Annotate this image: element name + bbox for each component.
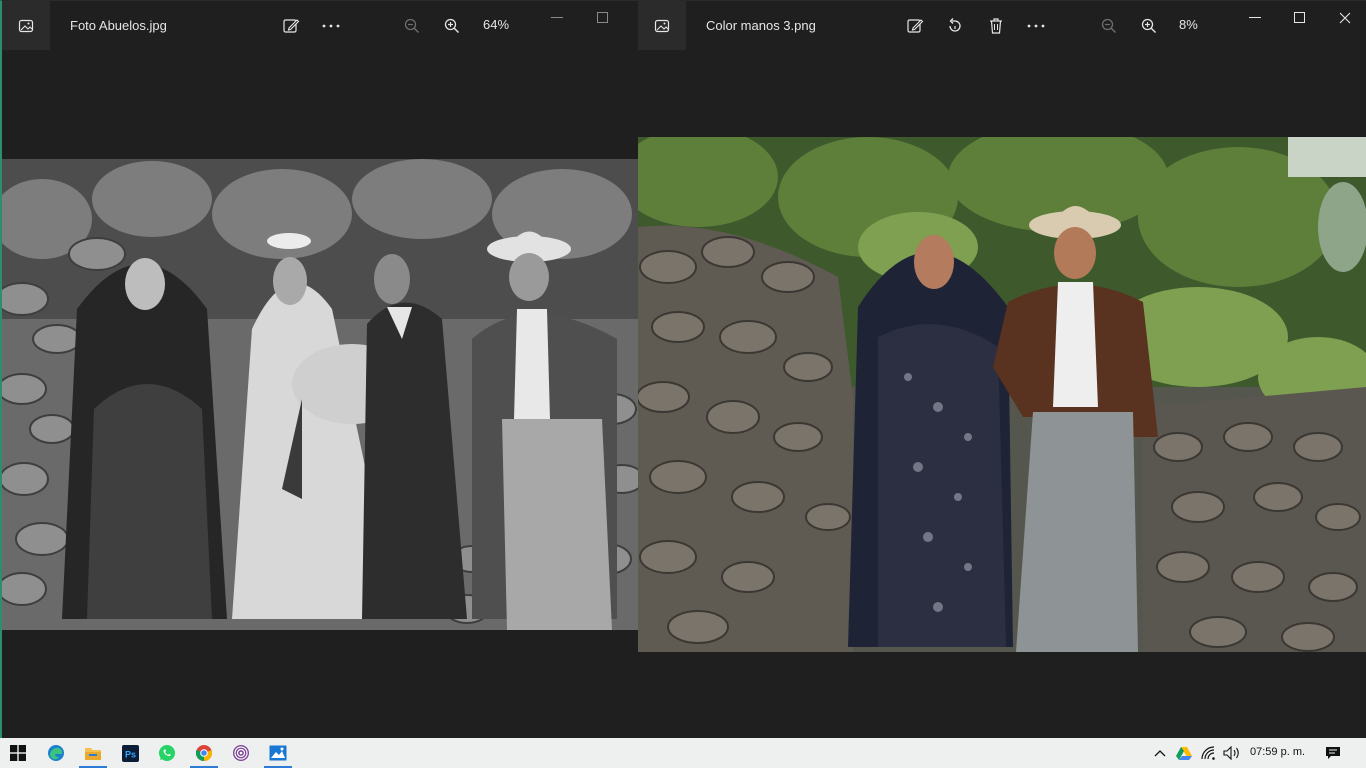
more-icon[interactable]: [1023, 13, 1049, 39]
clock[interactable]: 07:59 p. m.: [1250, 746, 1305, 758]
desktop: Foto Abuelos.jpg 64% Color manos 3.png 8…: [0, 0, 1366, 768]
more-icon[interactable]: [318, 13, 344, 39]
maximize-icon[interactable]: [1277, 1, 1323, 35]
photo-bw-wedding: [2, 159, 638, 630]
whatsapp-icon[interactable]: [149, 738, 185, 768]
chrome-icon[interactable]: [186, 738, 222, 768]
wifi-icon[interactable]: [1199, 738, 1219, 768]
zoom-in-icon[interactable]: [439, 13, 465, 39]
minimize-icon[interactable]: [1232, 1, 1278, 35]
zoom-out-icon[interactable]: [399, 13, 425, 39]
volume-icon[interactable]: [1221, 738, 1243, 768]
google-drive-icon[interactable]: [1174, 738, 1194, 768]
file-explorer-icon[interactable]: [75, 738, 111, 768]
windows-start-icon[interactable]: [0, 738, 36, 768]
zoom-in-icon[interactable]: [1136, 13, 1162, 39]
maximize-icon[interactable]: [580, 1, 626, 35]
zoom-level[interactable]: 8%: [1179, 17, 1198, 32]
edit-image-icon[interactable]: [902, 13, 928, 39]
zoom-out-icon[interactable]: [1096, 13, 1122, 39]
photos-window-right[interactable]: Color manos 3.png 8%: [638, 0, 1366, 738]
photoshop-label: Ps: [125, 749, 136, 759]
window-title: Color manos 3.png: [706, 18, 816, 33]
zoom-level[interactable]: 64%: [483, 17, 509, 32]
photos-window-left[interactable]: Foto Abuelos.jpg 64%: [0, 0, 638, 738]
rotate-icon[interactable]: [942, 13, 968, 39]
photos-app-taskbar-icon[interactable]: [260, 738, 296, 768]
taskbar: Ps 07:59 p. m.: [0, 738, 1366, 768]
window-title: Foto Abuelos.jpg: [70, 18, 167, 33]
photos-app-icon[interactable]: [2, 1, 50, 50]
photo-color-couple: [638, 137, 1366, 652]
minimize-icon[interactable]: [534, 1, 580, 35]
tor-browser-icon[interactable]: [223, 738, 259, 768]
chevron-up-icon[interactable]: [1150, 738, 1170, 768]
edge-icon[interactable]: [38, 738, 74, 768]
delete-icon[interactable]: [983, 13, 1009, 39]
close-icon[interactable]: [1322, 1, 1366, 35]
notification-icon[interactable]: [1320, 738, 1346, 768]
edit-image-icon[interactable]: [278, 13, 304, 39]
photoshop-icon[interactable]: Ps: [112, 738, 148, 768]
photos-app-icon[interactable]: [638, 1, 686, 50]
